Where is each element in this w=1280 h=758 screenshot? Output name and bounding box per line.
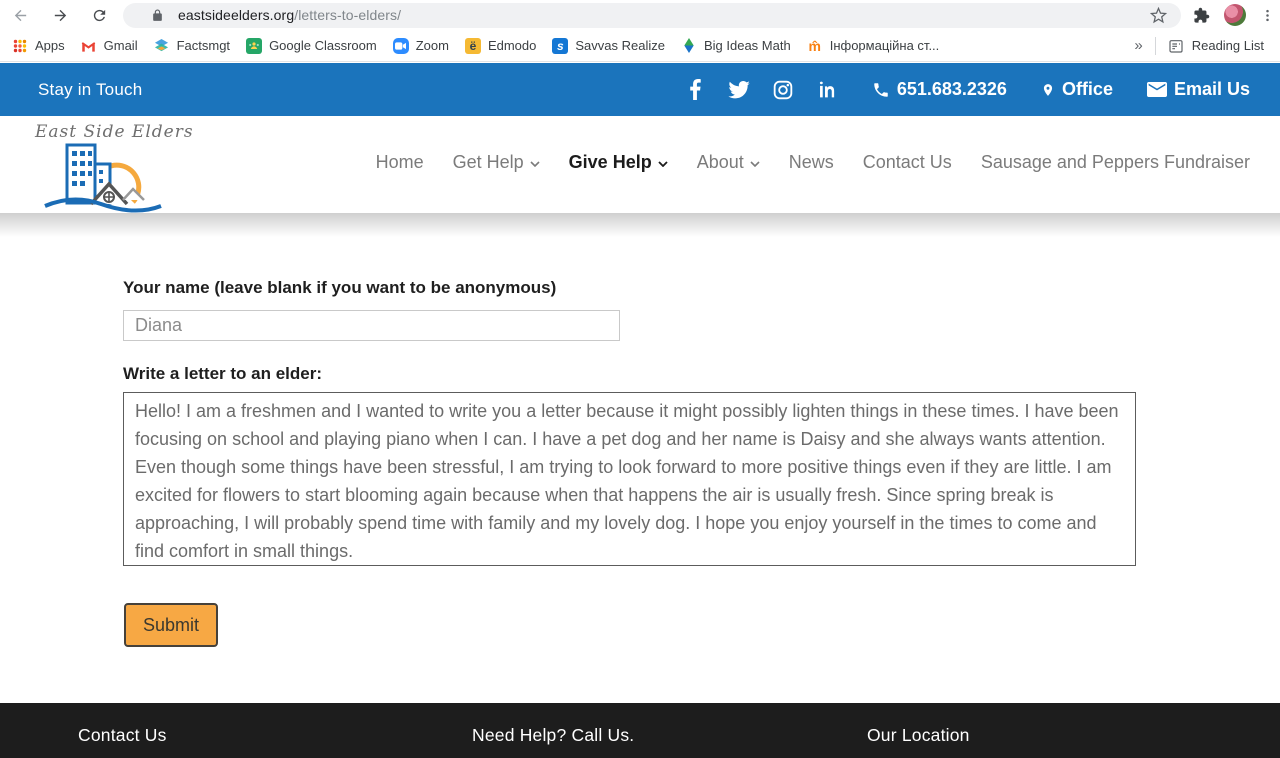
name-input[interactable] xyxy=(123,310,620,341)
reading-list-button[interactable]: Reading List xyxy=(1168,38,1264,54)
bookmarks-overflow-chevron[interactable]: » xyxy=(1134,37,1142,54)
main-navigation: Home Get Help Give Help About News Conta… xyxy=(376,152,1250,173)
moodle-icon: m̂ xyxy=(808,37,821,54)
nav-about[interactable]: About xyxy=(697,152,760,173)
factsmgt-layers-icon xyxy=(154,38,170,54)
bookmark-edmodo[interactable]: ë Edmodo xyxy=(464,37,537,54)
reading-list-label: Reading List xyxy=(1191,38,1264,53)
google-classroom-icon xyxy=(246,37,263,54)
bookmark-label: Інформаційна ст... xyxy=(829,38,940,53)
lock-icon xyxy=(151,9,164,22)
phone-number: 651.683.2326 xyxy=(896,79,1007,99)
letter-field-label: Write a letter to an elder: xyxy=(123,364,323,383)
email-us-label: Email Us xyxy=(1173,79,1250,99)
letter-form-section: Your name (leave blank if you want to be… xyxy=(0,213,1280,703)
chevron-down-icon xyxy=(530,161,540,167)
bookmark-big-ideas-math[interactable]: Big Ideas Math xyxy=(681,38,791,54)
address-bar[interactable]: eastsideelders.org/letters-to-elders/ xyxy=(123,2,1181,28)
chevron-down-icon xyxy=(658,161,668,167)
savvas-realize-icon: s xyxy=(552,37,569,54)
facebook-icon[interactable] xyxy=(684,79,706,101)
bookmark-apps[interactable]: Apps xyxy=(12,38,65,54)
bookmark-gmail[interactable]: Gmail xyxy=(81,38,138,54)
email-us-link[interactable]: Email Us xyxy=(1146,79,1250,100)
nav-home[interactable]: Home xyxy=(376,152,424,173)
twitter-icon[interactable] xyxy=(728,79,750,101)
site-footer: Contact Us Need Help? Call Us. Our Locat… xyxy=(0,703,1280,758)
office-link[interactable]: Office xyxy=(1041,79,1113,100)
apps-grid-icon xyxy=(12,38,28,54)
bookmark-label: Google Classroom xyxy=(269,38,377,53)
logo-graphic xyxy=(44,143,162,213)
reload-icon[interactable] xyxy=(89,5,109,25)
logo-text: East Side Elders xyxy=(35,122,194,142)
bookmarks-divider xyxy=(1154,36,1156,55)
phone-contact[interactable]: 651.683.2326 xyxy=(872,79,1007,100)
url-text: eastsideelders.org/letters-to-elders/ xyxy=(178,7,401,23)
bookmark-label: Edmodo xyxy=(487,38,537,53)
bookmark-google-classroom[interactable]: Google Classroom xyxy=(246,37,377,54)
name-field-label: Your name (leave blank if you want to be… xyxy=(123,278,557,297)
nav-get-help[interactable]: Get Help xyxy=(453,152,540,173)
site-header: East Side Elders Home Get Help Give Help… xyxy=(0,116,1280,213)
bookmark-factsmgt[interactable]: Factsmgt xyxy=(154,38,230,54)
bookmark-star-icon[interactable] xyxy=(1150,6,1167,24)
bookmark-label: Gmail xyxy=(103,38,138,53)
instagram-icon[interactable] xyxy=(772,79,794,101)
site-logo[interactable]: East Side Elders xyxy=(35,122,195,218)
chrome-menu-icon[interactable] xyxy=(1260,8,1275,23)
back-icon[interactable] xyxy=(10,5,30,25)
bookmark-savvas-realize[interactable]: s Savvas Realize xyxy=(552,37,665,54)
footer-contact-us-heading: Contact Us xyxy=(78,725,167,745)
url-host: eastsideelders.org xyxy=(178,7,295,23)
bookmark-label: Savvas Realize xyxy=(575,38,665,53)
header-shadow xyxy=(0,213,1280,237)
profile-avatar[interactable] xyxy=(1224,4,1246,26)
letter-textarea[interactable]: Hello! I am a freshmen and I wanted to w… xyxy=(123,392,1136,566)
bookmark-label: Big Ideas Math xyxy=(703,38,791,53)
nav-give-help[interactable]: Give Help xyxy=(569,152,668,173)
extensions-icon[interactable] xyxy=(1193,7,1210,24)
browser-toolbar: eastsideelders.org/letters-to-elders/ xyxy=(0,0,1280,30)
chevron-down-icon xyxy=(750,161,760,167)
url-path: /letters-to-elders/ xyxy=(294,7,402,23)
bookmark-label: Zoom xyxy=(415,38,449,53)
envelope-icon xyxy=(1146,82,1167,97)
submit-button[interactable]: Submit xyxy=(124,603,218,647)
office-label: Office xyxy=(1061,79,1113,99)
edmodo-icon: ë xyxy=(464,37,481,54)
footer-our-location-heading: Our Location xyxy=(867,725,970,745)
location-pin-icon xyxy=(1041,81,1055,99)
phone-icon xyxy=(872,81,890,99)
bookmark-label: Factsmgt xyxy=(176,38,231,53)
nav-sausage-peppers-fundraiser[interactable]: Sausage and Peppers Fundraiser xyxy=(981,152,1250,173)
stay-in-touch-label: Stay in Touch xyxy=(38,79,143,99)
linkedin-icon[interactable] xyxy=(816,79,838,101)
bookmarks-bar: Apps Gmail Factsmgt Google Classroom Zoo… xyxy=(0,30,1280,62)
big-ideas-math-icon xyxy=(681,38,697,54)
nav-news[interactable]: News xyxy=(789,152,834,173)
site-top-bar: Stay in Touch 651.683.2326 Office Email … xyxy=(0,63,1280,116)
nav-contact-us[interactable]: Contact Us xyxy=(863,152,952,173)
bookmark-informatsiina[interactable]: m̂ Інформаційна ст... xyxy=(807,37,940,54)
bookmark-zoom[interactable]: Zoom xyxy=(392,37,449,54)
reading-list-icon xyxy=(1168,38,1184,54)
forward-icon[interactable] xyxy=(50,5,70,25)
footer-need-help-heading: Need Help? Call Us. xyxy=(472,725,635,745)
zoom-icon xyxy=(392,37,409,54)
gmail-icon xyxy=(81,38,97,54)
bookmark-label: Apps xyxy=(35,38,65,53)
